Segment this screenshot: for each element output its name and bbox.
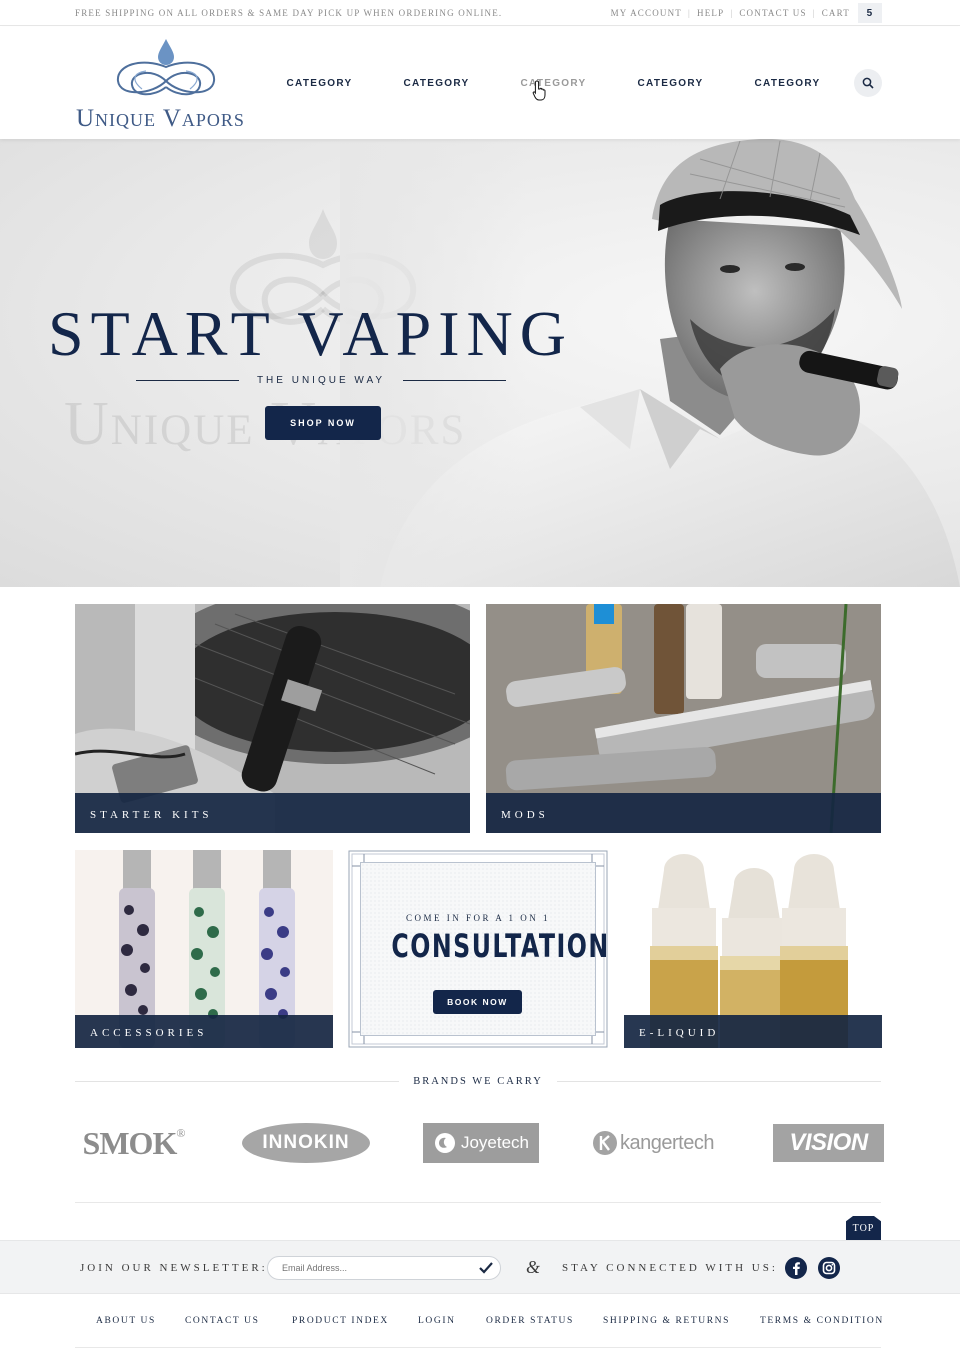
footer-link-contact-us[interactable]: Contact Us	[185, 1316, 259, 1326]
nav-category-5[interactable]: CATEGORY	[729, 78, 846, 89]
logo[interactable]: Unique Vapors	[72, 37, 262, 132]
shop-now-button[interactable]: SHOP NOW	[265, 406, 381, 440]
my-account-link[interactable]: My Account	[611, 8, 682, 18]
top-bar: Free shipping on all orders & same day p…	[0, 0, 960, 26]
divider: |	[688, 8, 692, 18]
divider: |	[812, 8, 816, 18]
nav-category-3[interactable]: CATEGORY	[495, 78, 612, 89]
brand-smok-text: SMOK	[82, 1124, 178, 1161]
main-nav: CATEGORY CATEGORY CATEGORY CATEGORY CATE…	[261, 78, 846, 89]
instagram-link[interactable]	[818, 1257, 840, 1279]
site-header: Unique Vapors CATEGORY CATEGORY CATEGORY…	[0, 27, 960, 139]
ampersand-divider: &	[526, 1257, 541, 1277]
back-to-top-button[interactable]: TOP	[846, 1216, 881, 1240]
hero-title: START VAPING	[48, 298, 573, 369]
stay-connected-label: Stay connected with us:	[562, 1262, 778, 1274]
divider	[136, 379, 239, 381]
tile-starter-kits[interactable]: Starter Kits	[75, 604, 470, 833]
hero-subtitle: THE UNIQUE WAY	[256, 374, 386, 386]
brand-kangertech[interactable]: kangertech	[586, 1120, 720, 1166]
tile-accessories[interactable]: Accessories	[75, 850, 333, 1048]
tile-label: Accessories	[90, 1027, 208, 1039]
brand-vision-text: VISION	[789, 1129, 868, 1156]
brands-heading: Brands We Carry	[413, 1075, 543, 1087]
account-links: My Account | Help | Contact Us | Cart 5	[611, 3, 882, 23]
footer-link-terms[interactable]: Terms & Condition	[760, 1316, 884, 1326]
tile-label: E-Liquid	[639, 1027, 720, 1039]
footer-link-order-status[interactable]: Order Status	[486, 1316, 574, 1326]
brand-innokin-text: INNOKIN	[262, 1132, 350, 1153]
nav-category-2[interactable]: CATEGORY	[378, 78, 495, 89]
footer-nav: About Us Contact Us Product Index Login …	[0, 1310, 960, 1334]
divider	[75, 1202, 881, 1203]
newsletter-label: Join our Newsletter:	[80, 1262, 268, 1274]
book-now-button[interactable]: BOOK NOW	[433, 990, 522, 1014]
instagram-icon	[822, 1261, 836, 1275]
cart-link[interactable]: Cart	[822, 8, 850, 18]
brands-heading-row: Brands We Carry	[75, 1073, 882, 1089]
brand-joyetech-text: Joyetech	[460, 1133, 530, 1152]
search-button[interactable]	[854, 69, 882, 97]
hand-cursor-icon	[532, 80, 546, 101]
nav-category-4[interactable]: CATEGORY	[612, 78, 729, 89]
divider	[556, 1080, 882, 1082]
newsletter-bar: Join our Newsletter: & Stay connected wi…	[0, 1240, 960, 1294]
logo-emblem-icon	[116, 39, 216, 96]
brand-vision[interactable]: VISION	[773, 1120, 884, 1166]
cart-count-badge[interactable]: 5	[858, 3, 882, 23]
facebook-icon	[793, 1262, 800, 1275]
vision-badge: VISION	[773, 1124, 884, 1162]
innokin-badge: INNOKIN	[242, 1123, 370, 1163]
kangertech-logo-icon	[593, 1131, 618, 1155]
divider	[75, 1347, 881, 1348]
shipping-promo: Free shipping on all orders & same day p…	[75, 8, 503, 18]
footer-link-about-us[interactable]: About Us	[96, 1316, 156, 1326]
nav-category-1[interactable]: CATEGORY	[261, 78, 378, 89]
divider	[75, 1080, 400, 1082]
brand-joyetech[interactable]: Joyetech	[423, 1120, 539, 1166]
tile-e-liquid[interactable]: E-Liquid	[624, 850, 882, 1048]
consultation-title: CONSULTATION	[391, 927, 610, 965]
tile-mods[interactable]: Mods	[486, 604, 881, 833]
brand-kangertech-text: kangertech	[620, 1131, 714, 1154]
tile-label: Starter Kits	[90, 809, 213, 821]
facebook-link[interactable]	[785, 1257, 807, 1279]
divider: |	[730, 8, 734, 18]
contact-us-link[interactable]: Contact Us	[739, 8, 806, 18]
footer-link-login[interactable]: Login	[418, 1316, 456, 1326]
divider	[403, 379, 506, 381]
checkmark-submit-icon[interactable]	[478, 1260, 494, 1276]
help-link[interactable]: Help	[697, 8, 724, 18]
hero-subtitle-row: THE UNIQUE WAY	[136, 373, 506, 387]
footer-link-shipping-returns[interactable]: Shipping & Returns	[603, 1316, 730, 1326]
search-icon	[862, 77, 874, 89]
newsletter-email-input[interactable]	[267, 1256, 501, 1280]
registered-mark-icon: ®	[176, 1126, 186, 1140]
consultation-card: Come in for a 1 on 1 CONSULTATION BOOK N…	[348, 850, 608, 1048]
footer-link-product-index[interactable]: Product Index	[292, 1316, 389, 1326]
tile-label: Mods	[501, 809, 549, 821]
joyetech-badge: Joyetech	[423, 1123, 539, 1163]
consultation-panel: Come in for a 1 on 1 CONSULTATION BOOK N…	[360, 862, 610, 1036]
brand-innokin[interactable]: INNOKIN	[241, 1120, 371, 1166]
joyetech-swirl-icon	[434, 1133, 455, 1153]
hero-banner: Unique Vapors	[0, 139, 960, 587]
consultation-pretitle: Come in for a 1 on 1	[405, 913, 550, 923]
logo-text: Unique Vapors	[76, 105, 245, 132]
brand-smok[interactable]: SMOK ®	[68, 1120, 200, 1166]
